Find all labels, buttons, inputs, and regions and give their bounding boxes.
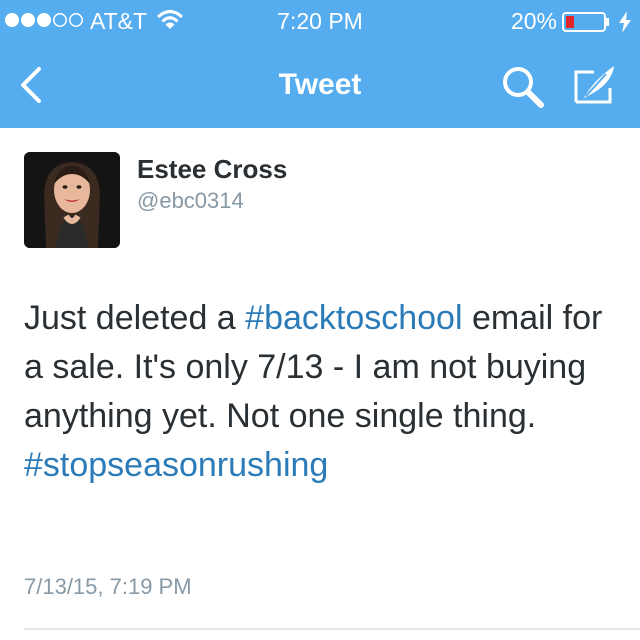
tweet-timestamp: 7/13/15, 7:19 PM — [24, 574, 192, 599]
search-icon[interactable] — [500, 64, 546, 110]
charging-icon — [619, 11, 631, 33]
hashtag-link[interactable]: #backtoschool — [245, 299, 462, 337]
battery-icon — [562, 12, 609, 32]
avatar[interactable] — [24, 152, 120, 248]
battery-percent: 20% — [510, 8, 557, 34]
compose-icon[interactable] — [572, 62, 620, 108]
hashtag-link[interactable]: #stopseasonrushing — [24, 446, 328, 484]
tweet-text-part: Just deleted a — [24, 299, 246, 337]
tweet-text: Just deleted a #backtoschool email for a… — [24, 294, 614, 490]
author-name[interactable]: Estee Cross — [137, 154, 287, 185]
status-bar: AT&T 7:20 PM 20% — [0, 0, 640, 40]
top-bar: AT&T 7:20 PM 20% Tweet — [0, 0, 640, 128]
author-handle[interactable]: @ebc0314 — [137, 188, 244, 214]
profile-photo — [24, 152, 120, 248]
divider — [24, 628, 640, 630]
